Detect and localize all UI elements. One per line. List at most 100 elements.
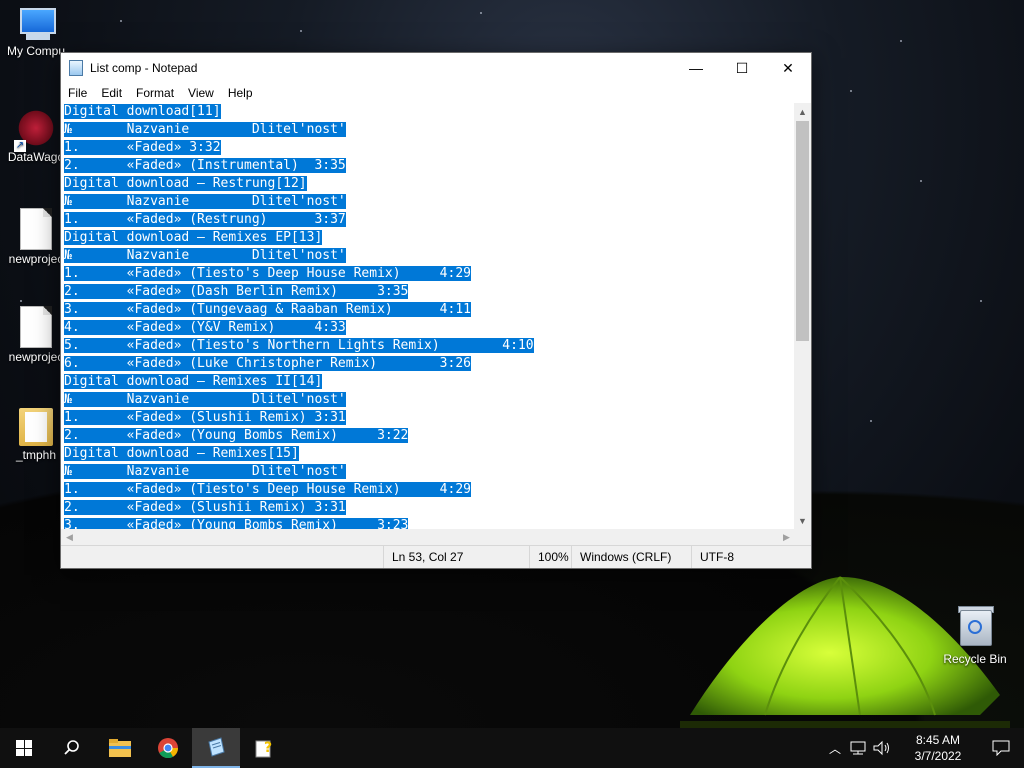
editor-line: 1. «Faded» (Restrung) 3:37 (61, 211, 795, 229)
selected-text: № Nazvanie Dlitel'nost' (64, 392, 346, 407)
editor-line: № Nazvanie Dlitel'nost' (61, 121, 795, 139)
notepad-taskbar-button[interactable] (192, 728, 240, 768)
vertical-scrollbar[interactable]: ▲ ▼ (794, 103, 811, 529)
chrome-button[interactable] (144, 728, 192, 768)
selected-text: 2. «Faded» (Instrumental) 3:35 (64, 158, 346, 173)
clock[interactable]: 8:45 AM 3/7/2022 (898, 732, 978, 764)
status-bar: Ln 53, Col 27 100% Windows (CRLF) UTF-8 (61, 545, 811, 568)
menu-edit[interactable]: Edit (94, 86, 129, 100)
notifications-button[interactable] (978, 740, 1024, 756)
editor-line: Digital download – Restrung[12] (61, 175, 795, 193)
selected-text: 4. «Faded» (Y&V Remix) 4:33 (64, 320, 346, 335)
selected-text: 5. «Faded» (Tiesto's Northern Lights Rem… (64, 338, 534, 353)
close-button[interactable]: ✕ (765, 53, 811, 83)
selected-text: № Nazvanie Dlitel'nost' (64, 464, 346, 479)
svg-text:?: ? (264, 740, 272, 756)
selected-text: 1. «Faded» (Restrung) 3:37 (64, 212, 346, 227)
search-icon (64, 740, 79, 755)
scrollbar-thumb[interactable] (796, 121, 809, 341)
file-icon (20, 306, 52, 348)
chrome-icon (158, 738, 179, 759)
scroll-down-icon[interactable]: ▼ (794, 512, 811, 529)
menu-view[interactable]: View (181, 86, 221, 100)
window-title: List comp - Notepad (90, 61, 198, 75)
start-button[interactable] (0, 728, 48, 768)
network-icon[interactable] (848, 740, 868, 756)
editor-line: 5. «Faded» (Tiesto's Northern Lights Rem… (61, 337, 795, 355)
notepad-icon (208, 737, 225, 757)
scroll-up-icon[interactable]: ▲ (794, 103, 811, 120)
windows-icon (16, 740, 32, 756)
search-button[interactable] (48, 728, 96, 768)
desktop-icon-recycle-bin[interactable]: Recycle Bin (939, 604, 1011, 666)
maximize-button[interactable]: ☐ (719, 53, 765, 83)
editor-line: № Nazvanie Dlitel'nost' (61, 247, 795, 265)
selected-text: № Nazvanie Dlitel'nost' (64, 248, 346, 263)
selected-text: 1. «Faded» (Tiesto's Deep House Remix) 4… (64, 482, 471, 497)
clock-date: 3/7/2022 (914, 749, 962, 763)
selected-text: 2. «Faded» (Slushii Remix) 3:31 (64, 500, 346, 515)
status-encoding: UTF-8 (691, 546, 811, 568)
status-position: Ln 53, Col 27 (383, 546, 529, 568)
selected-text: Digital download – Remixes EP[13] (64, 230, 323, 245)
editor-line: Digital download – Remixes[15] (61, 445, 795, 463)
menu-file[interactable]: File (61, 86, 94, 100)
editor-line: 3. «Faded» (Tungevaag & Raaban Remix) 4:… (61, 301, 795, 319)
selected-text: Digital download – Restrung[12] (64, 176, 307, 191)
selected-text: Digital download – Remixes[15] (64, 446, 299, 461)
desktop-icon-label: Recycle Bin (943, 652, 1007, 666)
editor-line: 3. «Faded» (Young Bombs Remix) 3:23 (61, 517, 795, 529)
scroll-right-icon[interactable]: ▶ (778, 532, 795, 543)
editor-line: 1. «Faded» (Slushii Remix) 3:31 (61, 409, 795, 427)
recycle-bin-icon (958, 604, 994, 646)
help-icon: ? (255, 740, 272, 758)
status-line-endings: Windows (CRLF) (571, 546, 691, 568)
menu-help[interactable]: Help (221, 86, 260, 100)
taskbar: ? ︿ 8:45 AM 3/7/2022 (0, 728, 1024, 768)
notepad-icon (69, 60, 83, 76)
editor-line: Digital download – Remixes II[14] (61, 373, 795, 391)
editor-line: 1. «Faded» (Tiesto's Deep House Remix) 4… (61, 481, 795, 499)
editor-line: 2. «Faded» (Instrumental) 3:35 (61, 157, 795, 175)
scrollbar-corner (794, 529, 811, 546)
editor-line: Digital download – Remixes EP[13] (61, 229, 795, 247)
selected-text: № Nazvanie Dlitel'nost' (64, 122, 346, 137)
notification-icon (992, 740, 1010, 756)
desktop-icon-my-computer[interactable]: My Compu (0, 8, 72, 58)
selected-text: № Nazvanie Dlitel'nost' (64, 194, 346, 209)
scroll-left-icon[interactable]: ◀ (61, 532, 78, 543)
editor-line: 1. «Faded» (Tiesto's Deep House Remix) 4… (61, 265, 795, 283)
status-zoom: 100% (529, 546, 571, 568)
folder-icon (19, 408, 53, 446)
folder-icon (109, 739, 131, 757)
selected-text: 6. «Faded» (Luke Christopher Remix) 3:26 (64, 356, 471, 371)
selected-text: Digital download – Remixes II[14] (64, 374, 323, 389)
menu-format[interactable]: Format (129, 86, 181, 100)
file-icon (20, 208, 52, 250)
horizontal-scrollbar[interactable]: ◀ ▶ (61, 529, 795, 546)
editor-line: 1. «Faded» 3:32 (61, 139, 795, 157)
system-tray: ︿ 8:45 AM 3/7/2022 (824, 728, 1024, 768)
editor-line: № Nazvanie Dlitel'nost' (61, 463, 795, 481)
volume-icon[interactable] (872, 740, 892, 756)
minimize-button[interactable]: — (673, 53, 719, 83)
help-app-button[interactable]: ? (240, 728, 288, 768)
chevron-up-icon[interactable]: ︿ (824, 740, 846, 757)
computer-icon (16, 8, 56, 42)
editor-line: № Nazvanie Dlitel'nost' (61, 193, 795, 211)
selected-text: 3. «Faded» (Young Bombs Remix) 3:23 (64, 518, 409, 529)
editor-line: 6. «Faded» (Luke Christopher Remix) 3:26 (61, 355, 795, 373)
selected-text: 2. «Faded» (Dash Berlin Remix) 3:35 (64, 284, 409, 299)
datawago-shortcut-icon (14, 108, 56, 152)
selected-text: 1. «Faded» 3:32 (64, 140, 221, 155)
editor-line: 2. «Faded» (Young Bombs Remix) 3:22 (61, 427, 795, 445)
text-editor[interactable]: Digital download[11] № Nazvanie Dlitel'no… (61, 103, 795, 529)
selected-text: 1. «Faded» (Tiesto's Deep House Remix) 4… (64, 266, 471, 281)
editor-line: 2. «Faded» (Dash Berlin Remix) 3:35 (61, 283, 795, 301)
file-explorer-button[interactable] (96, 728, 144, 768)
menu-bar: File Edit Format View Help (61, 83, 811, 103)
notepad-window: List comp - Notepad — ☐ ✕ File Edit Form… (60, 52, 812, 569)
editor-line: № Nazvanie Dlitel'nost' (61, 391, 795, 409)
title-bar[interactable]: List comp - Notepad — ☐ ✕ (61, 53, 811, 83)
selected-text: 2. «Faded» (Young Bombs Remix) 3:22 (64, 428, 409, 443)
